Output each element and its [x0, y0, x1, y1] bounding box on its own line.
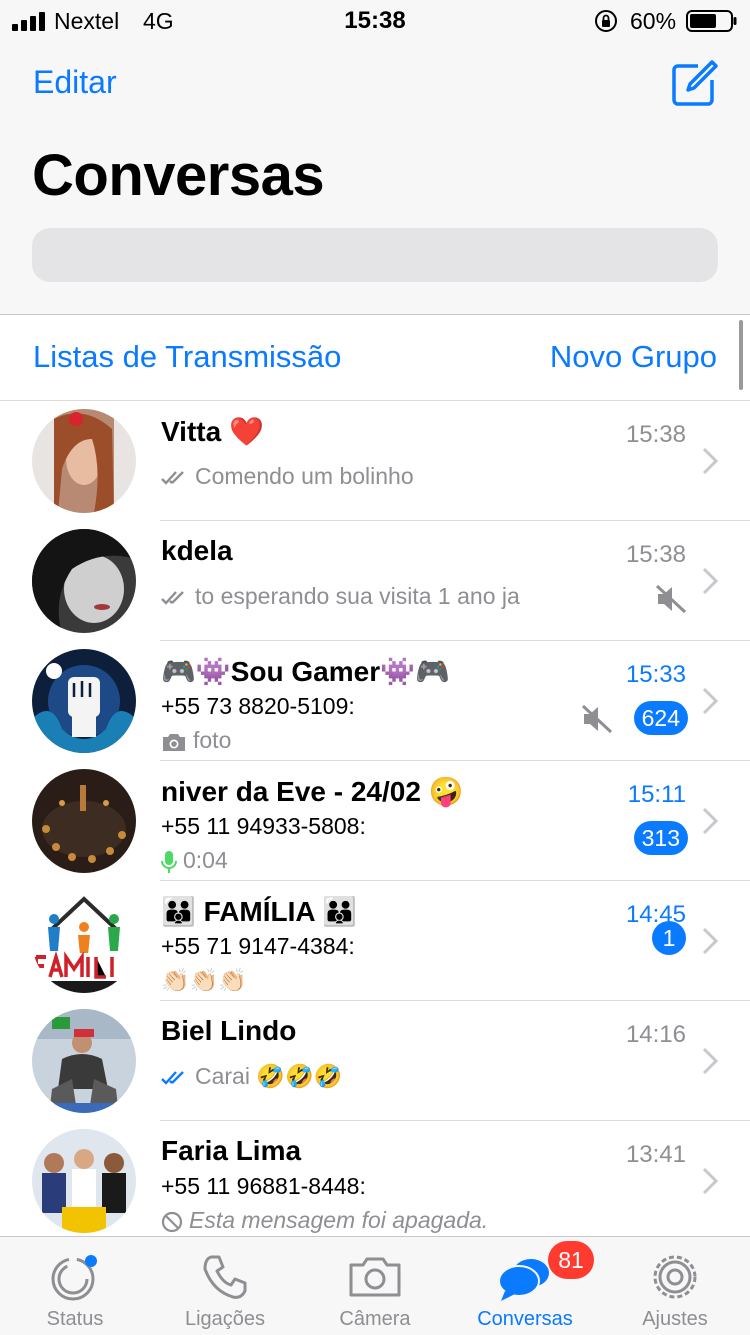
chat-name: Vitta ❤️: [161, 416, 264, 447]
orientation-lock-icon: [595, 10, 617, 32]
chevron-right-icon: [702, 1047, 718, 1075]
unread-badge: 313: [633, 821, 688, 855]
tab-label: Status: [46, 1308, 104, 1330]
status-bar: Nextel 4G 15:38 60%: [0, 0, 750, 42]
chat-preview-text: 0:04: [183, 847, 228, 873]
gear-icon: [653, 1255, 697, 1299]
avatar: [32, 649, 136, 753]
tab-settings[interactable]: Ajustes: [600, 1237, 750, 1335]
search-input[interactable]: [32, 228, 718, 282]
chat-preview: Carai 🤣🤣🤣: [161, 1063, 342, 1090]
chat-preview: 0:04: [161, 847, 228, 874]
tab-camera[interactable]: Câmera: [300, 1237, 450, 1335]
chat-row-sou-gamer[interactable]: 🎮👾Sou Gamer👾🎮 15:33 +55 73 8820-5109: fo…: [0, 641, 750, 761]
chat-time: 15:11: [627, 781, 686, 808]
list-actions-row: Listas de Transmissão Novo Grupo: [0, 315, 750, 401]
tab-label: Conversas: [477, 1308, 573, 1330]
tab-chats[interactable]: 81 Conversas: [450, 1237, 600, 1335]
chat-preview-text: foto: [193, 727, 232, 753]
avatar: [32, 409, 136, 513]
chat-name: Faria Lima: [161, 1135, 302, 1166]
avatar: [32, 529, 136, 633]
chat-name: 👪 FAMÍLIA 👪: [161, 896, 358, 927]
tab-calls[interactable]: Ligações: [150, 1237, 300, 1335]
compose-icon[interactable]: [668, 58, 720, 110]
chat-row-biel-lindo[interactable]: Biel Lindo 14:16 Carai 🤣🤣🤣: [0, 1001, 750, 1121]
tab-label: Câmera: [339, 1308, 411, 1330]
tab-status[interactable]: Status: [0, 1237, 150, 1335]
tab-label: Ligações: [184, 1308, 266, 1330]
chat-name: kdela: [161, 535, 233, 566]
microphone-icon: [161, 850, 177, 873]
chat-row-kdela[interactable]: kdela 15:38 to esperando sua visita 1 an…: [0, 521, 750, 641]
chat-time: 15:38: [625, 421, 686, 448]
avatar: [32, 769, 136, 873]
status-icon: [51, 1255, 97, 1301]
battery-icon: [686, 10, 737, 32]
tab-label: Ajustes: [642, 1308, 708, 1330]
chat-name: niver da Eve - 24/02 🤪: [161, 776, 464, 807]
chevron-right-icon: [702, 1167, 718, 1195]
deleted-icon: [161, 1211, 183, 1233]
chat-time: 15:38: [625, 541, 686, 568]
chat-sender: +55 11 96881-8448:: [161, 1173, 366, 1199]
chevron-right-icon: [702, 567, 718, 595]
phone-icon: [203, 1255, 247, 1299]
chat-row-niver-da-eve[interactable]: niver da Eve - 24/02 🤪 15:11 +55 11 9493…: [0, 761, 750, 881]
scroll-indicator[interactable]: [739, 320, 743, 390]
muted-icon: [655, 584, 687, 614]
chat-name: 🎮👾Sou Gamer👾🎮: [161, 656, 450, 687]
chat-list: Vitta ❤️ 15:38 Comendo um bolinho kdela …: [0, 401, 750, 1241]
chat-preview-text: Carai 🤣🤣🤣: [195, 1063, 343, 1089]
page-title: Conversas: [32, 143, 325, 208]
new-group-button[interactable]: Novo Grupo: [550, 339, 717, 375]
chevron-right-icon: [702, 447, 718, 475]
unread-total-badge: 81: [548, 1241, 594, 1279]
chat-preview: Comendo um bolinho: [161, 463, 414, 490]
chat-row-familia[interactable]: 👪 FAMÍLIA 👪 14:45 +55 71 9147-4384: 👏🏻👏🏻…: [0, 881, 750, 1001]
chevron-right-icon: [702, 687, 718, 715]
chat-time: 15:33: [625, 661, 686, 688]
camera-icon: [163, 733, 185, 751]
read-ticks-icon: [161, 471, 184, 485]
edit-button[interactable]: Editar: [33, 64, 117, 101]
chat-time: 14:16: [625, 1021, 686, 1048]
chat-bubbles-icon: [498, 1259, 549, 1301]
chat-preview: 👏🏻👏🏻👏🏻: [161, 967, 247, 994]
battery-percent: 60%: [630, 8, 677, 34]
chat-preview-text: 👏🏻👏🏻👏🏻: [161, 967, 247, 993]
unread-badge: 1: [652, 921, 686, 955]
header: Editar Conversas: [0, 42, 750, 315]
chat-sender: +55 73 8820-5109:: [161, 693, 355, 719]
chevron-right-icon: [702, 807, 718, 835]
chat-row-faria-lima[interactable]: Faria Lima 13:41 +55 11 96881-8448: Esta…: [0, 1121, 750, 1241]
chat-preview: Esta mensagem foi apagada.: [161, 1207, 488, 1234]
chat-sender: +55 11 94933-5808:: [161, 813, 366, 839]
avatar: [32, 1009, 136, 1113]
chat-preview-text: to esperando sua visita 1 ano ja: [195, 583, 520, 609]
read-ticks-icon: [161, 1071, 184, 1085]
broadcast-lists-button[interactable]: Listas de Transmissão: [33, 339, 341, 375]
camera-icon: [349, 1257, 401, 1297]
chat-name: Biel Lindo: [161, 1015, 297, 1046]
chat-preview-text: Comendo um bolinho: [195, 463, 414, 489]
chevron-right-icon: [702, 927, 718, 955]
chat-preview: to esperando sua visita 1 ano ja: [161, 583, 520, 610]
chat-time: 13:41: [625, 1141, 686, 1168]
chat-preview: foto: [161, 727, 231, 754]
chat-preview-text: Esta mensagem foi apagada.: [189, 1207, 489, 1233]
muted-icon: [581, 704, 613, 734]
chat-row-vitta[interactable]: Vitta ❤️ 15:38 Comendo um bolinho: [0, 401, 750, 521]
unread-badge: 624: [633, 701, 688, 735]
read-ticks-icon: [161, 591, 184, 605]
chat-sender: +55 71 9147-4384:: [161, 933, 355, 959]
tab-bar: Status Ligações Câmera 81 Conversas Ajus…: [0, 1236, 750, 1335]
avatar: [32, 889, 136, 993]
avatar: [32, 1129, 136, 1233]
